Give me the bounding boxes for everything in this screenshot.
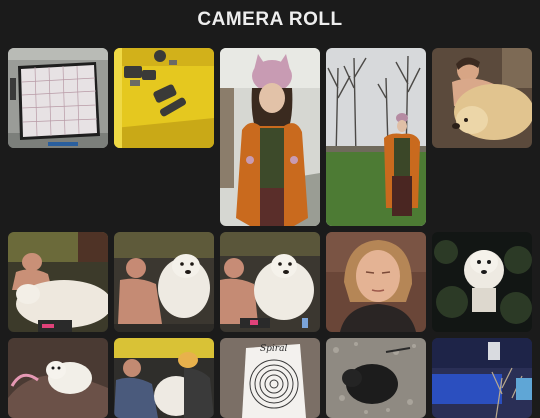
spiral-paper-heading: Spiral (260, 344, 288, 354)
photo-thumbnail-spiral-drawing[interactable]: Spiral (220, 338, 320, 418)
photo-thumbnail-man-hugging-dog[interactable] (114, 232, 214, 332)
photo-thumbnail-people-on-couch[interactable] (114, 338, 214, 418)
photo-thumbnail-man-with-dog-couch[interactable] (8, 232, 108, 332)
photo-thumbnail-person-pink-beanie[interactable] (220, 48, 320, 226)
photo-thumbnail-man-and-dog[interactable] (220, 232, 320, 332)
photo-grid: Spiral (0, 0, 540, 418)
photo-thumbnail-woman-eyes-closed[interactable] (326, 232, 426, 332)
photo-thumbnail-bingo-card[interactable] (8, 48, 108, 148)
photo-thumbnail-dog-at-night[interactable] (432, 232, 532, 332)
photo-thumbnail-blue-pool[interactable] (432, 338, 532, 418)
photo-thumbnail-person-with-golden-dog[interactable] (432, 48, 532, 148)
photo-thumbnail-person-orange-cardigan[interactable] (326, 48, 426, 226)
photo-thumbnail-toys-in-bin[interactable] (114, 48, 214, 148)
photo-thumbnail-black-pig[interactable] (326, 338, 426, 418)
photo-thumbnail-dog-on-rug[interactable] (8, 338, 108, 418)
